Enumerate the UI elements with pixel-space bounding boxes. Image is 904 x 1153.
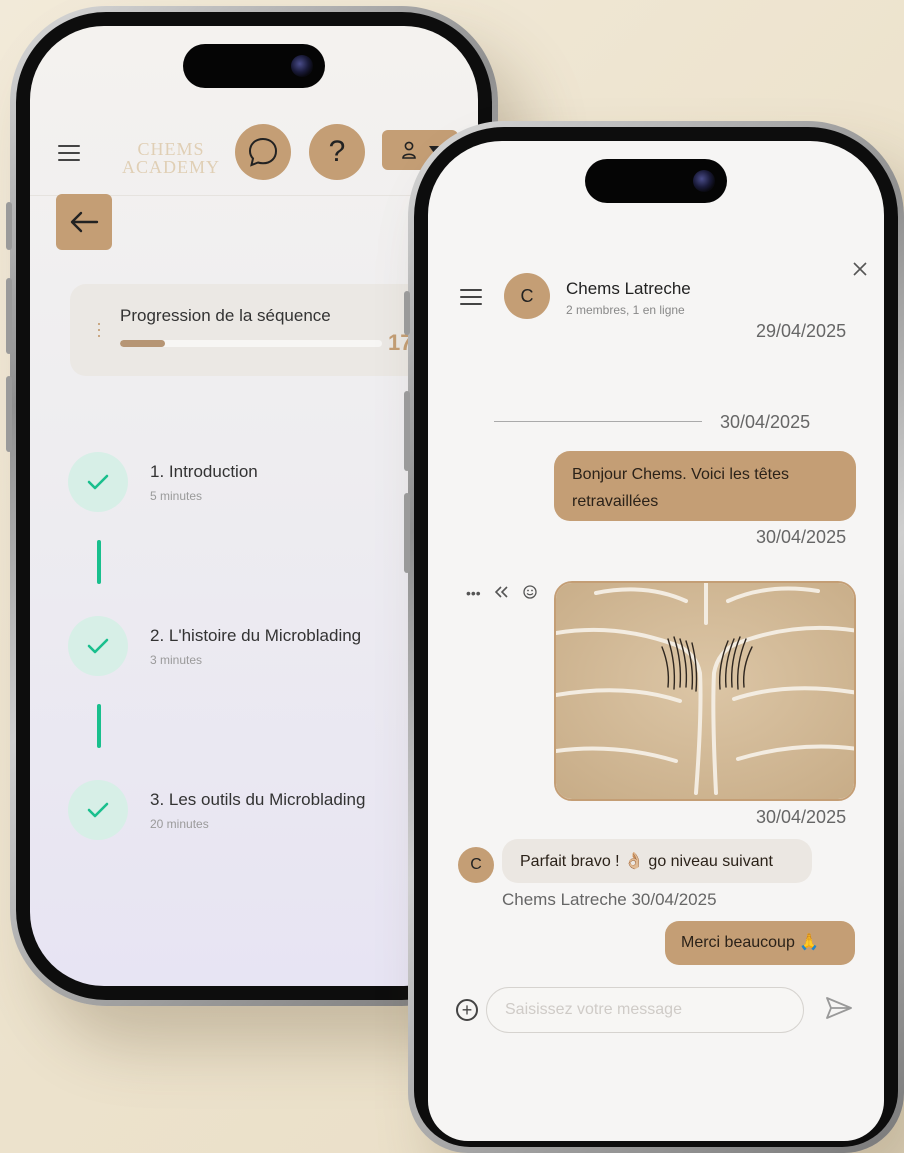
chat-bubble-icon [248, 137, 278, 167]
message-image[interactable] [554, 581, 856, 801]
message-date: 30/04/2025 [756, 807, 847, 827]
sender-avatar[interactable]: C [458, 847, 494, 883]
contact-avatar[interactable]: C [504, 273, 550, 319]
check-icon [68, 452, 128, 512]
message-date: 29/04/2025 [756, 321, 847, 341]
add-attachment-icon[interactable]: + [456, 999, 478, 1021]
check-icon [68, 616, 128, 676]
message-date: 30/04/2025 [756, 527, 847, 547]
lesson-connector [97, 540, 101, 584]
lesson-duration: 5 minutes [150, 489, 203, 503]
message-actions: ••• [466, 585, 537, 602]
progress-fill [120, 340, 165, 347]
back-button[interactable] [56, 194, 112, 250]
side-button [6, 202, 12, 250]
help-icon: ? [328, 135, 346, 168]
chat-phone: C Chems Latreche 2 membres, 1 en ligne 2… [404, 121, 904, 1153]
volume-down-button [404, 493, 410, 573]
contact-name: Chems Latreche [566, 279, 691, 298]
message-author-line: Chems Latreche 30/04/2025 [502, 890, 717, 909]
volume-up-button [404, 391, 410, 471]
camera-icon [693, 170, 715, 192]
arrow-left-icon [70, 211, 99, 233]
lesson-duration: 20 minutes [150, 817, 209, 831]
more-options-icon[interactable]: ••• [466, 585, 481, 602]
lesson-title: 1. Introduction [150, 462, 258, 481]
date-separator: 30/04/2025 [720, 412, 811, 432]
message-text: Merci beaucoup 🙏 [681, 934, 820, 951]
menu-icon[interactable] [460, 289, 482, 305]
logo-line-2: ACADEMY [122, 157, 221, 177]
camera-icon [291, 55, 313, 77]
lesson-title: 3. Les outils du Microblading [150, 790, 366, 809]
reply-icon[interactable] [494, 585, 509, 602]
chat-button[interactable] [235, 124, 291, 180]
volume-down-button [6, 376, 12, 452]
user-icon [402, 141, 416, 159]
message-bubble-sent[interactable]: Merci beaucoup 🙏 [665, 921, 855, 965]
logo: CHEMS ACADEMY [122, 140, 220, 176]
chat-screen: C Chems Latreche 2 membres, 1 en ligne 2… [428, 141, 884, 1141]
close-icon[interactable] [852, 257, 868, 283]
lesson-connector [97, 704, 101, 748]
app-header: CHEMS ACADEMY ? [30, 114, 478, 196]
message-input[interactable] [486, 987, 804, 1033]
send-button[interactable] [826, 997, 852, 1024]
message-text: Parfait bravo ! 👌🏼 go niveau suivant [520, 853, 773, 870]
send-icon [826, 997, 852, 1019]
check-icon [68, 780, 128, 840]
progress-track [120, 340, 382, 347]
eyebrow-practice-photo [556, 583, 854, 799]
avatar-initial: C [470, 856, 482, 873]
message-bubble-sent[interactable]: Bonjour Chems. Voici les têtes retravail… [554, 451, 856, 521]
menu-icon[interactable] [58, 145, 80, 161]
volume-up-button [6, 278, 12, 354]
date-separator-line [494, 421, 702, 422]
progress-title: Progression de la séquence [120, 306, 331, 325]
emoji-icon[interactable] [523, 585, 537, 602]
sequence-progress-card: · · · Progression de la séquence 17 [70, 284, 450, 376]
side-button [404, 291, 410, 335]
contact-status: 2 membres, 1 en ligne [566, 303, 685, 317]
message-text: Bonjour Chems. Voici les têtes retravail… [572, 466, 789, 510]
dynamic-island [183, 44, 325, 88]
lesson-title: 2. L'histoire du Microblading [150, 626, 362, 645]
avatar-initial: C [520, 285, 534, 306]
dynamic-island [585, 159, 727, 203]
lesson-duration: 3 minutes [150, 653, 203, 667]
drag-handle-icon: · · · [96, 313, 102, 345]
help-button[interactable]: ? [309, 124, 365, 180]
logo-line-1: CHEMS [137, 139, 205, 159]
message-bubble-received[interactable]: Parfait bravo ! 👌🏼 go niveau suivant [502, 839, 812, 883]
